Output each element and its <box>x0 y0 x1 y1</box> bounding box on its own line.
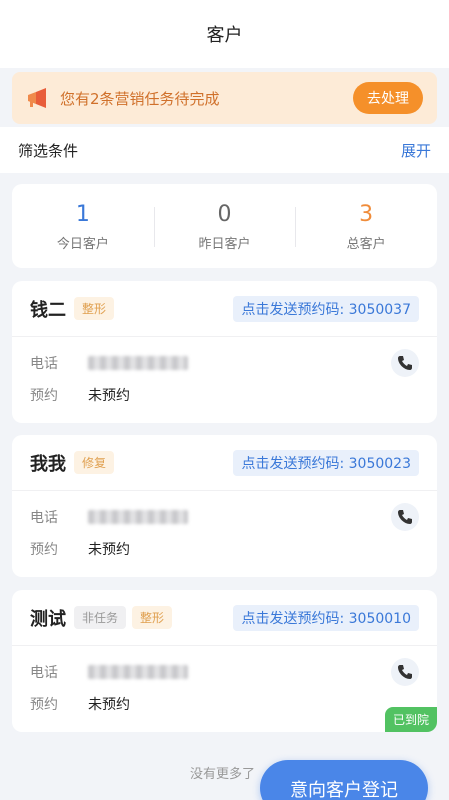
phone-number-blurred <box>88 665 188 679</box>
register-customer-button[interactable]: 意向客户登记 <box>260 760 428 800</box>
filter-bar: 筛选条件 展开 <box>0 127 449 173</box>
marketing-task-banner[interactable]: 您有2条营销任务待完成 去处理 <box>12 72 437 124</box>
stat-value: 3 <box>359 201 374 227</box>
stat-label: 总客户 <box>346 236 386 252</box>
app-header: 客户 <box>0 0 449 68</box>
arrived-badge: 已到院 <box>384 707 437 732</box>
handle-task-button[interactable]: 去处理 <box>353 82 423 114</box>
send-booking-code-button[interactable]: 点击发送预约码: 3050010 <box>233 604 419 631</box>
booking-label: 预约 <box>30 542 58 558</box>
stat-value: 0 <box>217 201 232 227</box>
filter-label: 筛选条件 <box>18 141 79 160</box>
page-title: 客户 <box>206 25 243 46</box>
phone-call-button[interactable] <box>391 658 419 686</box>
phone-icon <box>398 665 412 679</box>
send-booking-code-button[interactable]: 点击发送预约码: 3050037 <box>233 295 419 322</box>
category-tag: 修复 <box>74 451 115 474</box>
customer-card[interactable]: 我我 修复 点击发送预约码: 3050023 电话 预约 未预约 <box>12 435 437 577</box>
no-more-text: 没有更多了 <box>190 767 256 782</box>
booking-status: 未预约 <box>88 388 130 404</box>
booking-status: 未预约 <box>88 542 130 558</box>
expand-filter-button[interactable]: 展开 <box>401 140 431 161</box>
category-tag: 整形 <box>74 297 115 320</box>
customer-name: 我我 <box>30 453 66 475</box>
booking-label: 预约 <box>30 697 58 713</box>
stat-value: 1 <box>75 201 90 227</box>
send-booking-code-button[interactable]: 点击发送预约码: 3050023 <box>233 449 419 476</box>
phone-call-button[interactable] <box>391 349 419 377</box>
category-tag: 整形 <box>132 606 173 629</box>
stat-total[interactable]: 3 总客户 <box>295 201 437 252</box>
phone-number-blurred <box>88 356 188 370</box>
phone-icon <box>398 510 412 524</box>
stat-label: 今日客户 <box>56 236 109 252</box>
non-task-tag: 非任务 <box>74 606 127 629</box>
customer-card[interactable]: 钱二 整形 点击发送预约码: 3050037 电话 预约 未预约 <box>12 281 437 423</box>
customer-name: 钱二 <box>30 299 66 321</box>
phone-icon <box>398 356 412 370</box>
phone-label: 电话 <box>30 356 58 372</box>
booking-label: 预约 <box>30 388 58 404</box>
phone-call-button[interactable] <box>391 503 419 531</box>
customer-card[interactable]: 测试 非任务 整形 点击发送预约码: 3050010 电话 预约 未预约 已到院 <box>12 590 437 732</box>
phone-label: 电话 <box>30 510 58 526</box>
phone-label: 电话 <box>30 665 58 681</box>
phone-number-blurred <box>88 510 188 524</box>
megaphone-icon <box>28 88 46 108</box>
customer-name: 测试 <box>30 608 66 630</box>
notice-text: 您有2条营销任务待完成 <box>60 89 220 108</box>
stat-yesterday[interactable]: 0 昨日客户 <box>153 201 296 252</box>
stat-label: 昨日客户 <box>198 236 251 252</box>
stat-today[interactable]: 1 今日客户 <box>12 201 154 252</box>
customer-stats: 1 今日客户 0 昨日客户 3 总客户 <box>12 184 437 268</box>
booking-status: 未预约 <box>88 697 130 713</box>
